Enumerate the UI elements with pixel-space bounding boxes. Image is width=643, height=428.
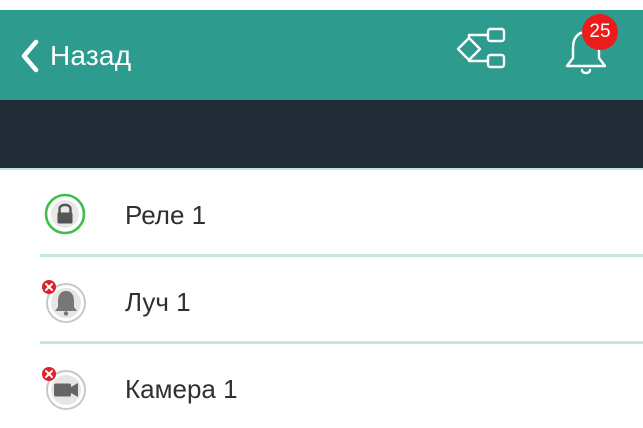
- list-item-label: Камера 1: [125, 374, 238, 404]
- object-tree-button[interactable]: [456, 22, 508, 74]
- bell-icon: [42, 280, 86, 323]
- app-screen: Назад 25 Реле 1 Луч 1 Камера 1: [0, 0, 643, 428]
- lock-icon: [44, 193, 86, 235]
- back-button[interactable]: Назад: [20, 36, 131, 76]
- device-list: Реле 1 Луч 1 Камера 1: [0, 170, 643, 428]
- object-tree-icon: [456, 27, 506, 69]
- status-strip: [0, 0, 643, 10]
- notification-count-badge: 25: [582, 14, 618, 50]
- list-item-camera-1[interactable]: Камера 1: [0, 344, 643, 428]
- camera-icon: [42, 367, 86, 410]
- navbar: Назад: [0, 10, 643, 100]
- list-item-relay-1[interactable]: Реле 1: [0, 170, 643, 257]
- list-item-zone-1[interactable]: Луч 1: [0, 257, 643, 344]
- list-item-label: Луч 1: [125, 287, 191, 317]
- header-band: [0, 100, 643, 168]
- chevron-left-icon: [21, 39, 39, 73]
- list-item-label: Реле 1: [125, 200, 207, 230]
- back-label: Назад: [50, 40, 132, 71]
